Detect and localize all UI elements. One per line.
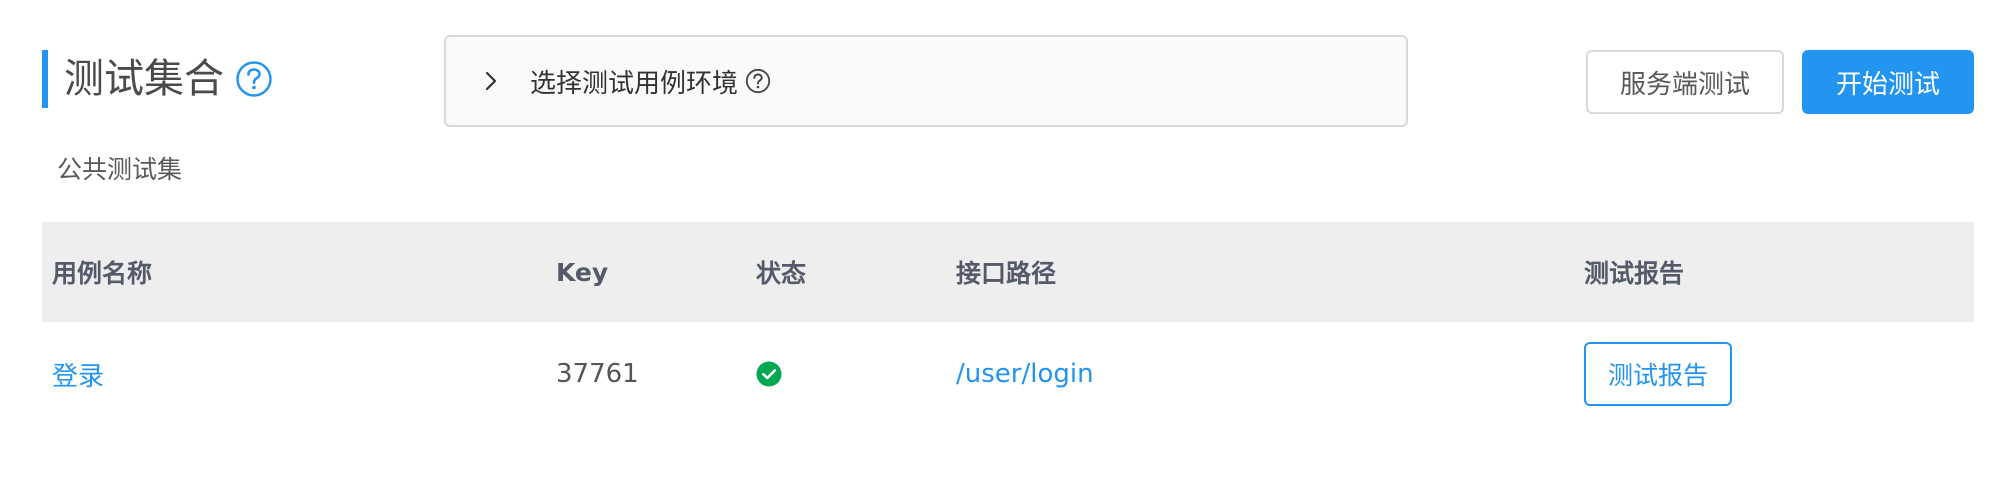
server-test-button[interactable]: 服务端测试 (1586, 50, 1784, 114)
api-path-link[interactable]: /user/login (956, 359, 1094, 389)
table-header: 用例名称 Key 状态 接口路径 测试报告 (42, 222, 1974, 322)
column-header-path: 接口路径 (956, 259, 1057, 288)
title-accent-bar (42, 50, 48, 108)
check-circle-icon (756, 361, 782, 387)
collection-subtitle: 公共测试集 (57, 155, 183, 184)
test-report-button[interactable]: 测试报告 (1584, 342, 1732, 406)
env-label: 选择测试用例环境 (530, 68, 739, 99)
table-row: 登录 37761 /user/login 测试报告 (42, 322, 1974, 426)
chevron-right-icon (480, 70, 502, 92)
test-case-table: 用例名称 Key 状态 接口路径 测试报告 登录 37761 /user/log… (42, 222, 1974, 426)
case-key-cell: 37761 (556, 359, 639, 389)
case-path-cell: /user/login (956, 322, 1094, 426)
start-test-button[interactable]: 开始测试 (1802, 50, 1974, 114)
column-header-name: 用例名称 (52, 259, 153, 288)
question-circle-icon[interactable] (744, 67, 772, 95)
column-header-report: 测试报告 (1584, 259, 1685, 288)
case-status-cell (756, 322, 782, 426)
question-circle-icon[interactable] (234, 59, 274, 99)
column-header-status: 状态 (756, 259, 807, 288)
column-header-key: Key (556, 257, 609, 287)
env-collapse-panel[interactable]: 选择测试用例环境 (444, 35, 1408, 127)
page-title-group: 测试集合 (42, 50, 274, 108)
case-report-cell: 测试报告 (1584, 322, 1732, 426)
page-title: 测试集合 (64, 56, 224, 102)
case-name-cell: 登录 (52, 322, 104, 426)
case-name-link[interactable]: 登录 (52, 356, 104, 393)
